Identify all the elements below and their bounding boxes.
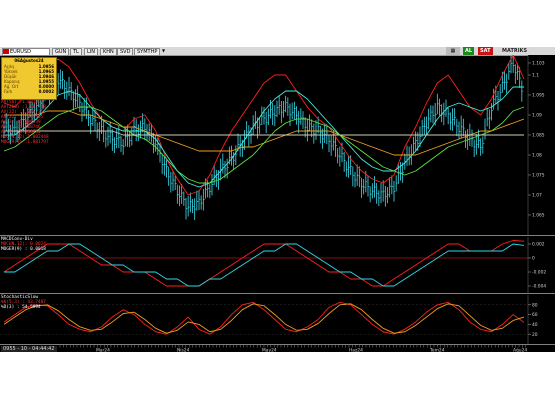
- stoch-legend: StochasticSlow %K(5,3) : 43.7487 %D(3) :…: [1, 295, 46, 310]
- y-tick-label: 1.085: [532, 133, 545, 139]
- y-tick-label: 1.065: [532, 213, 545, 219]
- legend-item: MOGER(9) :1.081797: [1, 140, 49, 145]
- y-tick-label: 60: [532, 312, 538, 318]
- chart-window: EURUSD GUN TL LIN KHN SVD SYMTHP ▼ ▦ AL …: [0, 47, 555, 352]
- series-line-mocun12: [3, 240, 525, 287]
- y-tick-label: 0.002: [532, 242, 545, 248]
- buy-badge[interactable]: AL: [463, 47, 475, 55]
- series-line-flat: [4, 130, 524, 136]
- y-tick-label: 1.07: [532, 193, 542, 199]
- info-row-diff: Fark 0.0002: [4, 89, 54, 94]
- y-tick-label: 40: [532, 322, 538, 328]
- y-axis-area: [528, 55, 555, 235]
- y-tick-label: 20: [532, 332, 538, 338]
- chart-canvas[interactable]: 1.103 1.1 1.095 1.09 1.085 1.08 1.075 1.07 1.065…: [0, 55, 555, 352]
- series-line-d3: [3, 303, 525, 334]
- y-tick-label: 1.075: [532, 173, 545, 179]
- y-tick-label: 80: [532, 302, 538, 308]
- symbol-label: EURUSD: [10, 48, 31, 55]
- flag-icon: [3, 48, 9, 54]
- brand-logo: MATRIKS: [502, 48, 528, 54]
- x-tick-label: Haz24: [349, 348, 363, 353]
- macd-legend: MACDConv-Div MOCUN,12): 0.0024 MOGER(9) …: [1, 237, 46, 252]
- x-tick-label: Tem24: [429, 348, 445, 353]
- settings-icon[interactable]: ▦: [446, 47, 460, 55]
- y-tick-label: -0.004: [532, 284, 546, 290]
- legend-item: MOGER(9) : 0.0018: [1, 247, 46, 252]
- sell-badge[interactable]: SAT: [478, 47, 493, 55]
- y-tick-label: 1.1: [532, 73, 539, 79]
- dropdown-chevron-icon[interactable]: ▼: [162, 47, 165, 55]
- y-tick-label: 0: [532, 256, 535, 262]
- x-tick-label: May24: [262, 348, 277, 353]
- series-line-upper: [3, 55, 525, 196]
- x-tick-label: Mar24: [96, 348, 110, 353]
- y-tick-label: 1.103: [532, 61, 545, 67]
- y-tick-label: 1.08: [532, 153, 542, 159]
- main-legend: AV(56) :1.081867 AV(200) :1.081748 AV(22…: [1, 100, 49, 145]
- series-line-moger9: [4, 243, 525, 287]
- y-tick-label: 1.09: [532, 113, 542, 119]
- status-time: 0955 - 10 - 04:44:42: [1, 346, 57, 352]
- x-tick-label: Nis24: [177, 348, 190, 353]
- legend-item: %D(3) : 54.5994: [1, 305, 41, 310]
- ohlc-info-box: 06Ağustos24 Açılış 1.0956 Yüksek 1.0965 Dü…: [1, 57, 57, 100]
- y-tick-label: -0.002: [532, 270, 546, 276]
- y-tick-label: 1.095: [532, 93, 545, 99]
- series-line-k53: [3, 301, 525, 335]
